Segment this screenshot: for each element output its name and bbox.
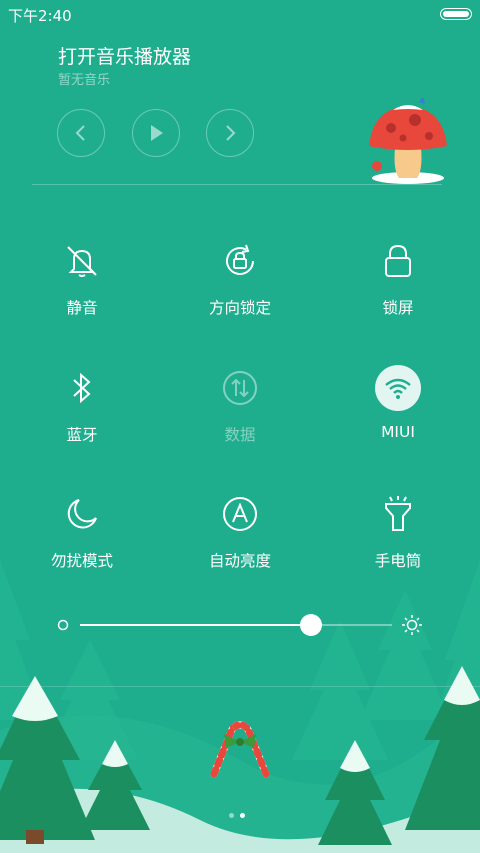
moon-icon bbox=[67, 499, 97, 529]
chevron-left-icon bbox=[75, 125, 85, 141]
battery-icon bbox=[440, 8, 472, 20]
mushroom-decoration bbox=[369, 98, 447, 184]
previous-track-button[interactable] bbox=[57, 109, 105, 157]
toggle-label: 方向锁定 bbox=[208, 299, 271, 317]
toggle-label: 勿扰模式 bbox=[50, 552, 113, 570]
toggle-label: 手电筒 bbox=[374, 552, 422, 570]
mobile-data-icon bbox=[223, 371, 257, 405]
flashlight-icon bbox=[385, 496, 411, 531]
toggle-label: 锁屏 bbox=[382, 299, 414, 317]
toggle-lock-screen[interactable]: 锁屏 bbox=[318, 238, 478, 328]
toggle-mute[interactable]: 静音 bbox=[2, 238, 162, 328]
play-button[interactable] bbox=[132, 109, 180, 157]
brightness-slider-fill bbox=[80, 624, 311, 626]
auto-brightness-icon bbox=[223, 497, 257, 531]
toggle-label: MIUI bbox=[381, 423, 415, 441]
wifi-icon bbox=[385, 378, 411, 399]
bell-off-icon bbox=[67, 246, 97, 277]
clock: 下午2:40 bbox=[8, 7, 72, 25]
toggle-label: 蓝牙 bbox=[66, 426, 98, 444]
rotation-lock-icon bbox=[226, 244, 254, 276]
page-dot bbox=[229, 813, 234, 818]
chevron-right-icon bbox=[226, 125, 236, 141]
section-divider bbox=[32, 184, 442, 185]
toggle-flashlight[interactable]: 手电筒 bbox=[318, 491, 478, 581]
music-player-subtitle: 暂无音乐 bbox=[58, 73, 111, 88]
toggle-wifi[interactable]: MIUI bbox=[318, 365, 478, 455]
page-dot-active bbox=[240, 813, 245, 818]
next-track-button[interactable] bbox=[206, 109, 254, 157]
toggle-bluetooth[interactable]: 蓝牙 bbox=[2, 365, 162, 455]
toggle-label: 自动亮度 bbox=[208, 552, 271, 570]
brightness-high-icon bbox=[402, 615, 422, 635]
candy-cane-decoration bbox=[210, 721, 270, 778]
toggle-auto-brightness[interactable]: 自动亮度 bbox=[160, 491, 320, 581]
music-player-title[interactable]: 打开音乐播放器 bbox=[58, 42, 191, 69]
toggle-do-not-disturb[interactable]: 勿扰模式 bbox=[2, 491, 162, 581]
bluetooth-icon bbox=[73, 372, 91, 404]
brightness-low-icon bbox=[57, 619, 69, 631]
toggle-label: 数据 bbox=[224, 426, 256, 444]
lock-icon bbox=[385, 244, 411, 277]
toggle-rotation-lock[interactable]: 方向锁定 bbox=[160, 238, 320, 328]
toggle-mobile-data[interactable]: 数据 bbox=[160, 365, 320, 455]
toggle-label: 静音 bbox=[66, 299, 98, 317]
brightness-slider-handle[interactable] bbox=[299, 614, 322, 636]
page-indicator bbox=[229, 813, 245, 818]
play-icon bbox=[151, 125, 163, 141]
section-divider bbox=[0, 686, 480, 687]
status-bar: 下午2:40 bbox=[0, 0, 480, 26]
